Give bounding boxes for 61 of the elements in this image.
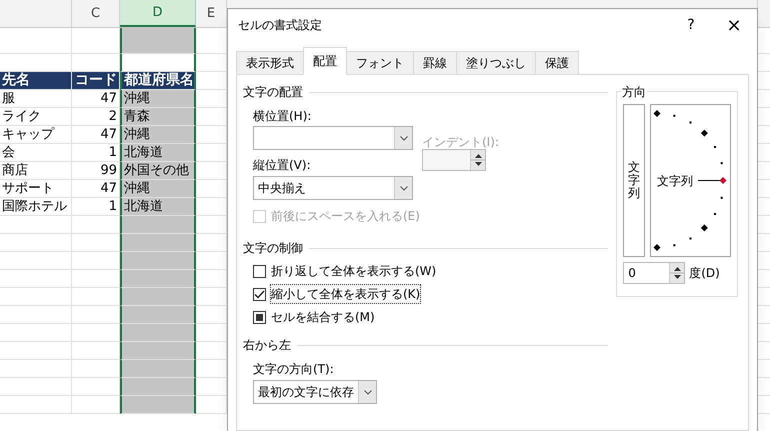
tab[interactable]: 罫線 bbox=[413, 51, 457, 75]
table-cell[interactable]: 47 bbox=[72, 90, 120, 108]
orientation-dial[interactable]: 文字列 bbox=[650, 104, 731, 257]
table-cell[interactable]: キャップ bbox=[0, 126, 72, 144]
chevron-down-icon bbox=[400, 136, 408, 140]
section-title: 文字の制御 bbox=[243, 240, 303, 257]
degrees-spinner[interactable]: 0 bbox=[623, 262, 686, 284]
table-cell[interactable]: サポート bbox=[0, 180, 72, 198]
column-heading[interactable]: コード bbox=[72, 72, 120, 90]
close-button[interactable]: × bbox=[711, 11, 757, 39]
dial-text: 文字列 bbox=[657, 173, 694, 190]
checkbox-label: 折り返して全体を表示する(W) bbox=[271, 263, 436, 280]
table-cell[interactable]: 沖縄 bbox=[120, 90, 196, 108]
table-cell[interactable]: 99 bbox=[72, 162, 120, 180]
tab[interactable]: 配置 bbox=[303, 47, 347, 75]
table-cell[interactable]: 沖縄 bbox=[120, 126, 196, 144]
table-cell[interactable]: 会 bbox=[0, 144, 72, 162]
help-button[interactable]: ? bbox=[671, 11, 711, 39]
vertical-text-option[interactable]: 文字列 bbox=[623, 104, 646, 257]
column-heading[interactable]: 都道府県名 bbox=[120, 72, 196, 90]
table-cell[interactable]: 1 bbox=[72, 198, 120, 216]
checkbox[interactable] bbox=[253, 264, 266, 278]
table-cell[interactable]: 北海道 bbox=[120, 198, 196, 216]
table-cell[interactable]: 服 bbox=[0, 90, 72, 108]
field-label: 縦位置(V): bbox=[253, 157, 312, 172]
checkbox-label: 縮小して全体を表示する(K) bbox=[271, 285, 420, 303]
tab[interactable]: 保護 bbox=[535, 51, 579, 75]
table-cell[interactable]: 商店 bbox=[0, 162, 72, 180]
section-title: 文字の配置 bbox=[243, 84, 303, 101]
checkbox-label: セルを結合する(M) bbox=[271, 309, 375, 326]
section-title: 右から左 bbox=[243, 337, 291, 354]
table-cell[interactable]: ライク bbox=[0, 108, 72, 126]
table-cell[interactable]: 国際ホテル bbox=[0, 198, 72, 216]
field-label: インデント(I): bbox=[422, 134, 499, 149]
chevron-down-icon bbox=[400, 186, 408, 190]
table-cell[interactable]: 沖縄 bbox=[120, 180, 196, 198]
indent-spinner[interactable] bbox=[422, 149, 486, 171]
table-cell[interactable]: 青森 bbox=[120, 108, 196, 126]
angle-pointer-icon[interactable] bbox=[698, 176, 728, 185]
text-direction-dropdown[interactable]: 最初の文字に依存 bbox=[253, 380, 377, 404]
field-label: 文字の方向(T): bbox=[252, 361, 335, 376]
checkbox[interactable] bbox=[253, 288, 266, 300]
table-cell[interactable]: 47 bbox=[72, 180, 120, 198]
table-cell[interactable]: 2 bbox=[72, 108, 120, 126]
table-cell[interactable]: 1 bbox=[72, 144, 120, 162]
vertical-text: 文字列 bbox=[628, 160, 640, 200]
field-label: 横位置(H): bbox=[253, 108, 312, 123]
column-heading[interactable]: 先名 bbox=[0, 72, 72, 90]
field-label: 度(D) bbox=[689, 265, 720, 282]
column-header[interactable]: D bbox=[120, 0, 196, 27]
table-cell[interactable]: 外国その他 bbox=[120, 162, 196, 180]
dialog-title: セルの書式設定 bbox=[238, 17, 323, 34]
checkbox-label: 前後にスペースを入れる(E) bbox=[271, 208, 420, 225]
table-cell[interactable]: 北海道 bbox=[120, 144, 196, 162]
vertical-dropdown[interactable]: 中央揃え bbox=[253, 176, 413, 200]
tab[interactable]: 表示形式 bbox=[236, 51, 304, 75]
checkbox[interactable] bbox=[253, 310, 266, 324]
table-cell[interactable]: 47 bbox=[72, 126, 120, 144]
tab[interactable]: フォント bbox=[346, 51, 414, 75]
chevron-down-icon bbox=[364, 390, 372, 394]
tab[interactable]: 塗りつぶし bbox=[456, 51, 536, 75]
